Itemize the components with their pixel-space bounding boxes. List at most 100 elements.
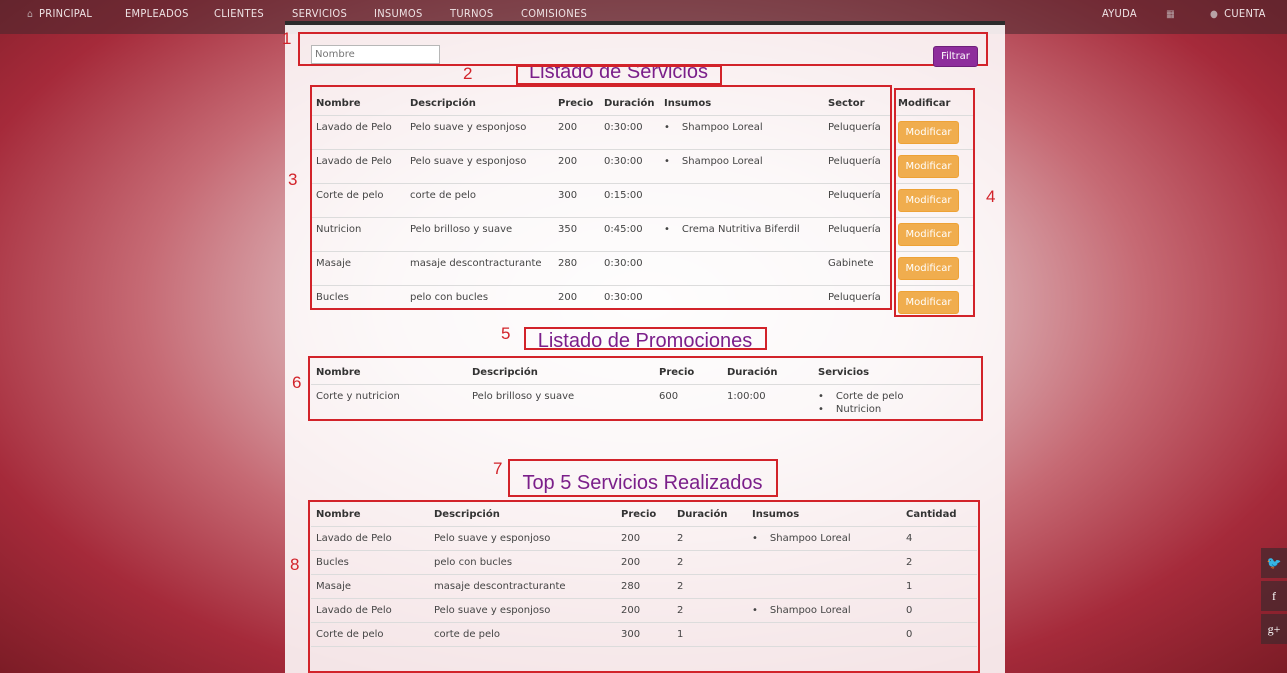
table-cell: 300	[558, 190, 578, 201]
modify-button[interactable]: Modificar	[898, 223, 959, 246]
home-icon: ⌂	[27, 9, 34, 20]
name-filter-input[interactable]	[311, 45, 440, 64]
row-divider	[896, 251, 973, 252]
nav-ayuda[interactable]: AYUDA	[1102, 0, 1137, 28]
table-cell: 300	[621, 629, 641, 640]
table-cell: masaje descontracturante	[434, 581, 566, 592]
col-precio: Precio	[621, 509, 657, 520]
nav-cuenta[interactable]: ● CUENTA	[1210, 0, 1266, 28]
nav-empleados[interactable]: EMPLEADOS	[125, 0, 189, 28]
row-divider	[311, 574, 977, 575]
table-cell: 0:45:00	[604, 224, 643, 235]
modify-button[interactable]: Modificar	[898, 291, 959, 314]
col-nombre: Nombre	[316, 509, 361, 520]
table-cell: 600	[659, 391, 679, 402]
table-cell: 2	[677, 581, 684, 592]
col-descripcion: Descripción	[410, 98, 476, 109]
row-divider	[312, 251, 890, 252]
table-cell: 2	[677, 605, 684, 616]
user-icon: ●	[1210, 9, 1219, 20]
annotation-box-7: Top 5 Servicios Realizados	[508, 459, 778, 497]
modify-button[interactable]: Modificar	[898, 121, 959, 144]
calendar-icon: ▦	[1166, 9, 1175, 20]
table-cell: corte de pelo	[434, 629, 501, 640]
table-cell: pelo con bucles	[434, 557, 513, 568]
col-duracion: Duración	[604, 98, 655, 109]
table-cell: 0	[906, 629, 913, 640]
table-cell: Pelo suave y esponjoso	[434, 533, 551, 544]
table-cell: 0:30:00	[604, 122, 643, 133]
row-divider	[311, 384, 980, 385]
col-insumos: Insumos	[752, 509, 800, 520]
table-cell: Lavado de Pelo	[316, 156, 392, 167]
row-divider	[896, 217, 973, 218]
googleplus-button[interactable]: g+	[1261, 614, 1287, 644]
table-cell: Pelo brilloso y suave	[410, 224, 513, 235]
marker-3: 3	[288, 170, 298, 189]
row-divider	[311, 622, 977, 623]
modify-button[interactable]: Modificar	[898, 189, 959, 212]
table-cell: 280	[621, 581, 641, 592]
annotation-box-3	[310, 85, 892, 310]
table-cell: 2	[677, 557, 684, 568]
table-cell: 350	[558, 224, 578, 235]
col-precio: Precio	[659, 367, 695, 378]
table-cell: corte de pelo	[410, 190, 477, 201]
table-cell: masaje descontracturante	[410, 258, 542, 269]
row-divider	[312, 115, 890, 116]
top5-title: Top 5 Servicios Realizados	[522, 472, 763, 494]
facebook-button[interactable]: f	[1261, 581, 1287, 611]
marker-7: 7	[493, 459, 503, 478]
table-cell: Masaje	[316, 581, 352, 592]
annotation-box-5: Listado de Promociones	[524, 327, 767, 350]
nav-principal[interactable]: ⌂ PRINCIPAL	[27, 0, 92, 28]
table-cell: Peluquería	[828, 292, 881, 303]
twitter-icon: 🐦	[1266, 556, 1282, 570]
table-cell: 200	[558, 292, 578, 303]
row-divider	[312, 149, 890, 150]
row-divider	[896, 115, 973, 116]
filter-button[interactable]: Filtrar	[933, 46, 978, 67]
col-insumos: Insumos	[664, 98, 712, 109]
table-cell: Shampoo Loreal	[664, 156, 763, 167]
col-precio: Precio	[558, 98, 594, 109]
facebook-icon: f	[1272, 589, 1276, 603]
row-divider	[311, 526, 977, 527]
row-divider	[896, 285, 973, 286]
table-cell: 0	[906, 605, 913, 616]
table-cell: Peluquería	[828, 224, 881, 235]
nav-calendar[interactable]: ▦	[1166, 0, 1181, 28]
modify-button[interactable]: Modificar	[898, 257, 959, 280]
table-cell: Pelo suave y esponjoso	[410, 122, 527, 133]
table-cell: 1	[906, 581, 913, 592]
col-nombre: Nombre	[316, 98, 361, 109]
table-cell: Peluquería	[828, 190, 881, 201]
table-cell: Shampoo Loreal	[752, 605, 851, 616]
nav-clientes[interactable]: CLIENTES	[214, 0, 264, 28]
table-cell: Corte de pelo	[316, 190, 384, 201]
col-modificar: Modificar	[898, 98, 951, 109]
modify-button[interactable]: Modificar	[898, 155, 959, 178]
table-cell: Pelo suave y esponjoso	[434, 605, 551, 616]
table-cell: Pelo brilloso y suave	[472, 391, 575, 402]
table-cell: 2	[677, 533, 684, 544]
col-descripcion: Descripción	[472, 367, 538, 378]
row-divider	[312, 285, 890, 286]
table-cell: Nutricion	[316, 224, 362, 235]
table-cell: Shampoo Loreal	[664, 122, 763, 133]
col-nombre: Nombre	[316, 367, 361, 378]
table-cell: 1:00:00	[727, 391, 766, 402]
table-cell: 280	[558, 258, 578, 269]
table-cell: 0:30:00	[604, 258, 643, 269]
table-cell: 0:30:00	[604, 292, 643, 303]
table-cell: 2	[906, 557, 913, 568]
row-divider	[312, 217, 890, 218]
table-cell: Corte y nutricion	[316, 391, 400, 402]
twitter-button[interactable]: 🐦	[1261, 548, 1287, 578]
promotions-title: Listado de Promociones	[537, 330, 753, 350]
col-duracion: Duración	[677, 509, 728, 520]
table-cell: 200	[621, 533, 641, 544]
row-divider	[896, 183, 973, 184]
row-divider	[896, 149, 973, 150]
row-divider	[311, 646, 977, 647]
